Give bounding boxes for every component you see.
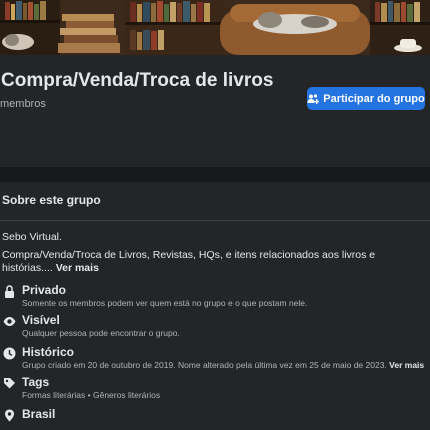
location-title: Brasil xyxy=(22,407,56,421)
lock-icon xyxy=(5,285,14,298)
about-separator xyxy=(0,220,430,221)
tag-icon xyxy=(4,378,15,389)
see-more-link[interactable]: Ver mais xyxy=(56,262,99,274)
eye-icon xyxy=(3,317,16,326)
tags-list[interactable]: Formas literárias • Gêneros literários xyxy=(22,390,160,400)
description-line-1: Sebo Virtual. xyxy=(2,231,62,243)
about-heading: Sobre este grupo xyxy=(2,193,101,207)
privacy-subtitle: Somente os membros podem ver quem está n… xyxy=(22,298,308,308)
visibility-title: Visível xyxy=(22,313,60,327)
clock-icon xyxy=(3,347,16,360)
cover-illustration xyxy=(0,0,430,55)
group-join-icon xyxy=(307,93,320,104)
join-group-button[interactable]: Participar do grupo xyxy=(307,87,425,110)
section-divider xyxy=(0,167,430,182)
history-text: Grupo criado em 20 de outubro de 2019. N… xyxy=(22,360,387,370)
cover-photo[interactable] xyxy=(0,0,430,55)
member-count[interactable]: membros xyxy=(0,98,46,110)
privacy-title: Privado xyxy=(22,283,67,297)
history-title: Histórico xyxy=(22,345,75,359)
description-line-2: Compra/Venda/Troca de Livros, Revistas, … xyxy=(2,249,420,275)
join-group-label: Participar do grupo xyxy=(323,92,425,105)
history-subtitle: Grupo criado em 20 de outubro de 2019. N… xyxy=(22,360,424,370)
history-see-more-link[interactable]: Ver mais xyxy=(389,360,424,370)
location-pin-icon xyxy=(5,409,14,422)
visibility-subtitle: Qualquer pessoa pode encontrar o grupo. xyxy=(22,328,180,338)
group-title: Compra/Venda/Troca de livros xyxy=(1,70,274,91)
tags-title: Tags xyxy=(22,375,50,389)
